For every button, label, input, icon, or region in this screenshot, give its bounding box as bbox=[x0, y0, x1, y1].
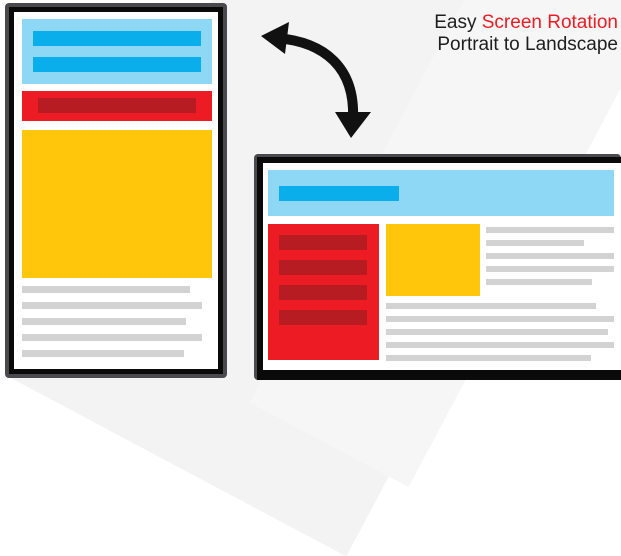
landscape-red-bar bbox=[279, 285, 367, 300]
caption-line-2: Portrait to Landscape bbox=[437, 34, 618, 55]
caption-highlight: Screen Rotation bbox=[481, 12, 618, 33]
portrait-text-line bbox=[22, 286, 190, 293]
landscape-text-line bbox=[386, 329, 608, 335]
caption-prefix: Easy bbox=[434, 12, 482, 33]
landscape-text-line bbox=[386, 316, 614, 322]
portrait-red-bar bbox=[38, 98, 196, 113]
landscape-text-line bbox=[486, 240, 584, 246]
landscape-text-line bbox=[486, 266, 614, 272]
landscape-text-line bbox=[486, 227, 614, 233]
caption-line-1: Easy Screen Rotation bbox=[360, 12, 618, 34]
landscape-text-line bbox=[386, 303, 596, 309]
landscape-red-bar bbox=[279, 260, 367, 275]
landscape-text-line bbox=[386, 355, 591, 361]
portrait-header-block bbox=[22, 19, 212, 84]
landscape-red-bar bbox=[279, 235, 367, 250]
landscape-text-line bbox=[386, 342, 614, 348]
portrait-text-line bbox=[22, 318, 186, 325]
portrait-text-line bbox=[22, 302, 202, 309]
landscape-header-bar bbox=[279, 186, 399, 201]
landscape-text-line bbox=[486, 279, 592, 285]
caption: Easy Screen Rotation Portrait to Landsca… bbox=[360, 12, 618, 56]
portrait-text-line bbox=[22, 334, 202, 341]
portrait-image-block bbox=[22, 130, 212, 278]
landscape-image-block bbox=[386, 224, 480, 296]
landscape-text-line bbox=[486, 253, 614, 259]
portrait-header-bar bbox=[33, 57, 201, 72]
portrait-text-line bbox=[22, 350, 184, 357]
landscape-red-bar bbox=[279, 310, 367, 325]
portrait-header-bar bbox=[33, 31, 201, 46]
